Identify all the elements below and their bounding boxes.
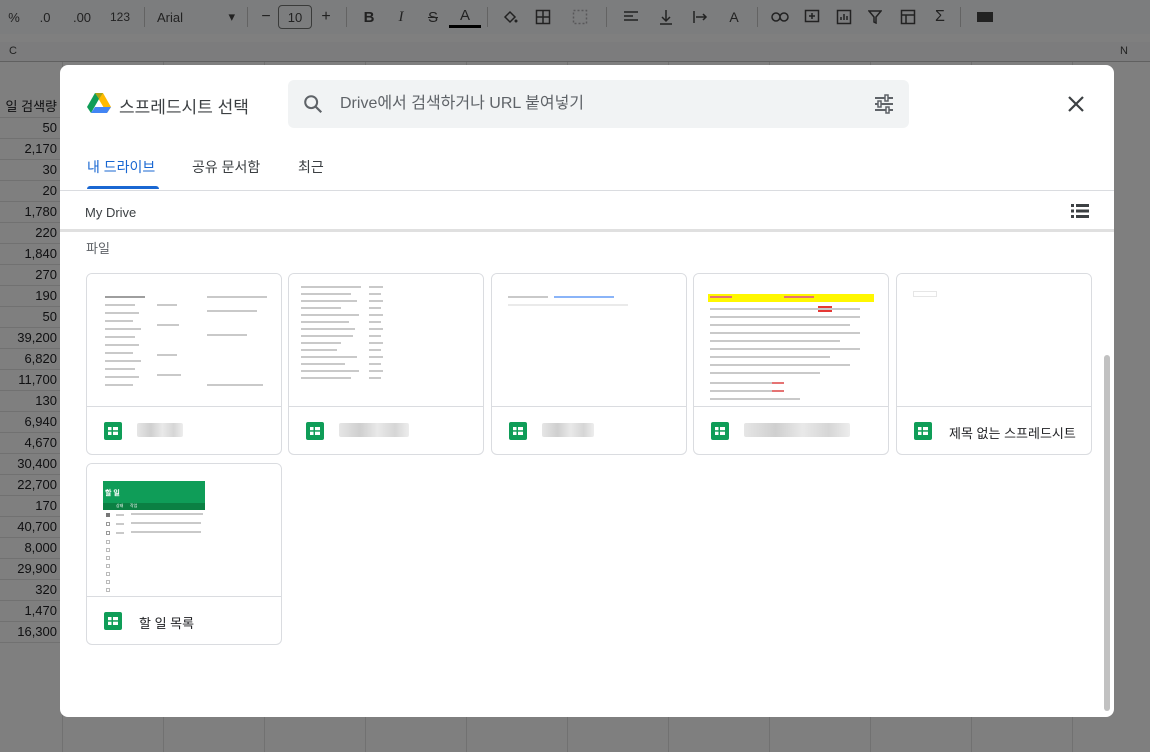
file-name: 제목 없는 스프레드시트 bbox=[949, 426, 1076, 441]
tab-recent[interactable]: 최근 bbox=[298, 157, 324, 191]
google-sheets-icon bbox=[509, 422, 527, 440]
file-thumbnail bbox=[897, 274, 1091, 407]
redacted-file-name bbox=[137, 423, 183, 437]
file-card[interactable]: 할 일 상태 작업 할 일 목록 bbox=[86, 463, 282, 645]
file-card[interactable] bbox=[86, 273, 282, 455]
search-bar[interactable] bbox=[288, 80, 909, 128]
redacted-file-name bbox=[744, 423, 850, 437]
file-card-footer bbox=[289, 407, 483, 454]
breadcrumb[interactable]: My Drive bbox=[85, 205, 136, 220]
todo-thumb-status-header: 상태 bbox=[116, 503, 124, 508]
google-sheets-icon bbox=[711, 422, 729, 440]
file-card-footer: 할 일 목록 bbox=[87, 597, 281, 644]
file-thumbnail bbox=[87, 274, 281, 407]
google-sheets-icon bbox=[104, 422, 122, 440]
active-tab-indicator bbox=[87, 186, 159, 189]
dialog-title: 스프레드시트 선택 bbox=[119, 98, 249, 117]
spreadsheet-picker-dialog: 스프레드시트 선택 내 드라이브 공유 문서함 최근 bbox=[60, 65, 1114, 717]
tab-shared-with-me[interactable]: 공유 문서함 bbox=[192, 157, 260, 191]
google-drive-logo-icon bbox=[87, 93, 111, 113]
files-section-label: 파일 bbox=[86, 241, 110, 256]
file-card[interactable] bbox=[693, 273, 889, 455]
google-sheets-icon bbox=[914, 422, 932, 440]
google-sheets-icon bbox=[306, 422, 324, 440]
google-sheets-icon bbox=[104, 612, 122, 630]
redacted-file-name bbox=[339, 423, 409, 437]
file-thumbnail bbox=[492, 274, 686, 407]
file-thumbnail: 할 일 상태 작업 bbox=[87, 464, 281, 597]
todo-thumb-task-header: 작업 bbox=[130, 503, 138, 508]
file-card[interactable]: 제목 없는 스프레드시트 bbox=[896, 273, 1092, 455]
search-input[interactable] bbox=[340, 80, 860, 128]
search-options-icon[interactable] bbox=[874, 94, 894, 114]
file-name: 할 일 목록 bbox=[139, 616, 195, 631]
dialog-header: 스프레드시트 선택 bbox=[60, 65, 1114, 143]
redacted-file-name bbox=[542, 423, 594, 437]
vertical-scrollbar[interactable] bbox=[1104, 355, 1110, 711]
close-icon[interactable] bbox=[1065, 93, 1087, 115]
file-card[interactable] bbox=[288, 273, 484, 455]
file-card-footer: 제목 없는 스프레드시트 bbox=[897, 407, 1091, 454]
file-thumbnail bbox=[289, 274, 483, 407]
picker-tabs: 내 드라이브 공유 문서함 최근 bbox=[60, 143, 1114, 191]
file-card-footer bbox=[694, 407, 888, 454]
file-card-footer bbox=[492, 407, 686, 454]
search-icon[interactable] bbox=[302, 93, 324, 115]
file-card-footer bbox=[87, 407, 281, 454]
file-thumbnail bbox=[694, 274, 888, 407]
list-view-icon[interactable] bbox=[1070, 201, 1090, 221]
breadcrumb-bar: My Drive bbox=[60, 192, 1114, 232]
todo-thumb-title: 할 일 bbox=[105, 490, 120, 497]
file-card[interactable] bbox=[491, 273, 687, 455]
